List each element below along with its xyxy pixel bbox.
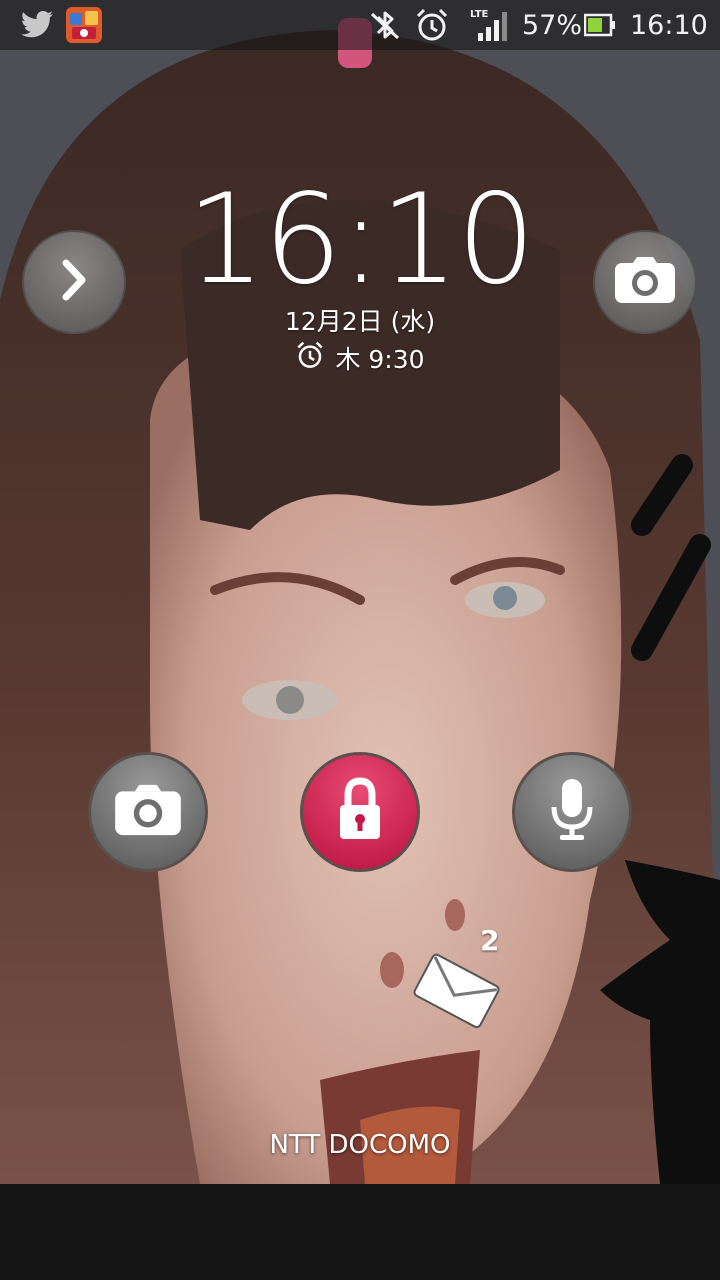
signal-icon: LTE — [470, 0, 512, 50]
quick-camera-button[interactable] — [593, 230, 697, 334]
lock-screen: LTE 57% 16:10 16:10 12月2日 (水) 木 9:30 2 N… — [0, 0, 720, 1280]
battery-percent: 57% — [522, 9, 583, 41]
carrier-label: NTT DOCOMO — [269, 1130, 451, 1160]
mail-count-badge: 2 — [480, 924, 500, 957]
unlock-button[interactable] — [300, 752, 420, 872]
expand-widgets-button[interactable] — [22, 230, 126, 334]
app-game-icon — [66, 0, 102, 50]
battery-icon — [584, 0, 616, 50]
chevron-right-icon — [54, 255, 94, 309]
network-type-label: LTE — [470, 9, 489, 20]
bluetooth-off-icon — [368, 0, 402, 50]
alarm-icon — [295, 340, 325, 376]
camera-icon — [113, 782, 183, 842]
status-clock: 16:10 — [630, 9, 708, 41]
mail-icon — [412, 953, 502, 1034]
next-alarm: 木 9:30 — [0, 340, 720, 376]
navigation-bar — [0, 1184, 720, 1280]
twitter-icon — [20, 0, 54, 50]
lock-icon — [336, 777, 384, 847]
mail-notification[interactable] — [412, 950, 502, 1034]
next-alarm-text: 木 9:30 — [335, 345, 425, 374]
alarm-icon — [414, 0, 450, 50]
status-bar: LTE 57% 16:10 — [0, 0, 720, 50]
microphone-icon — [547, 775, 597, 849]
camera-icon — [613, 255, 677, 309]
camera-shortcut-button[interactable] — [88, 752, 208, 872]
voice-search-button[interactable] — [512, 752, 632, 872]
